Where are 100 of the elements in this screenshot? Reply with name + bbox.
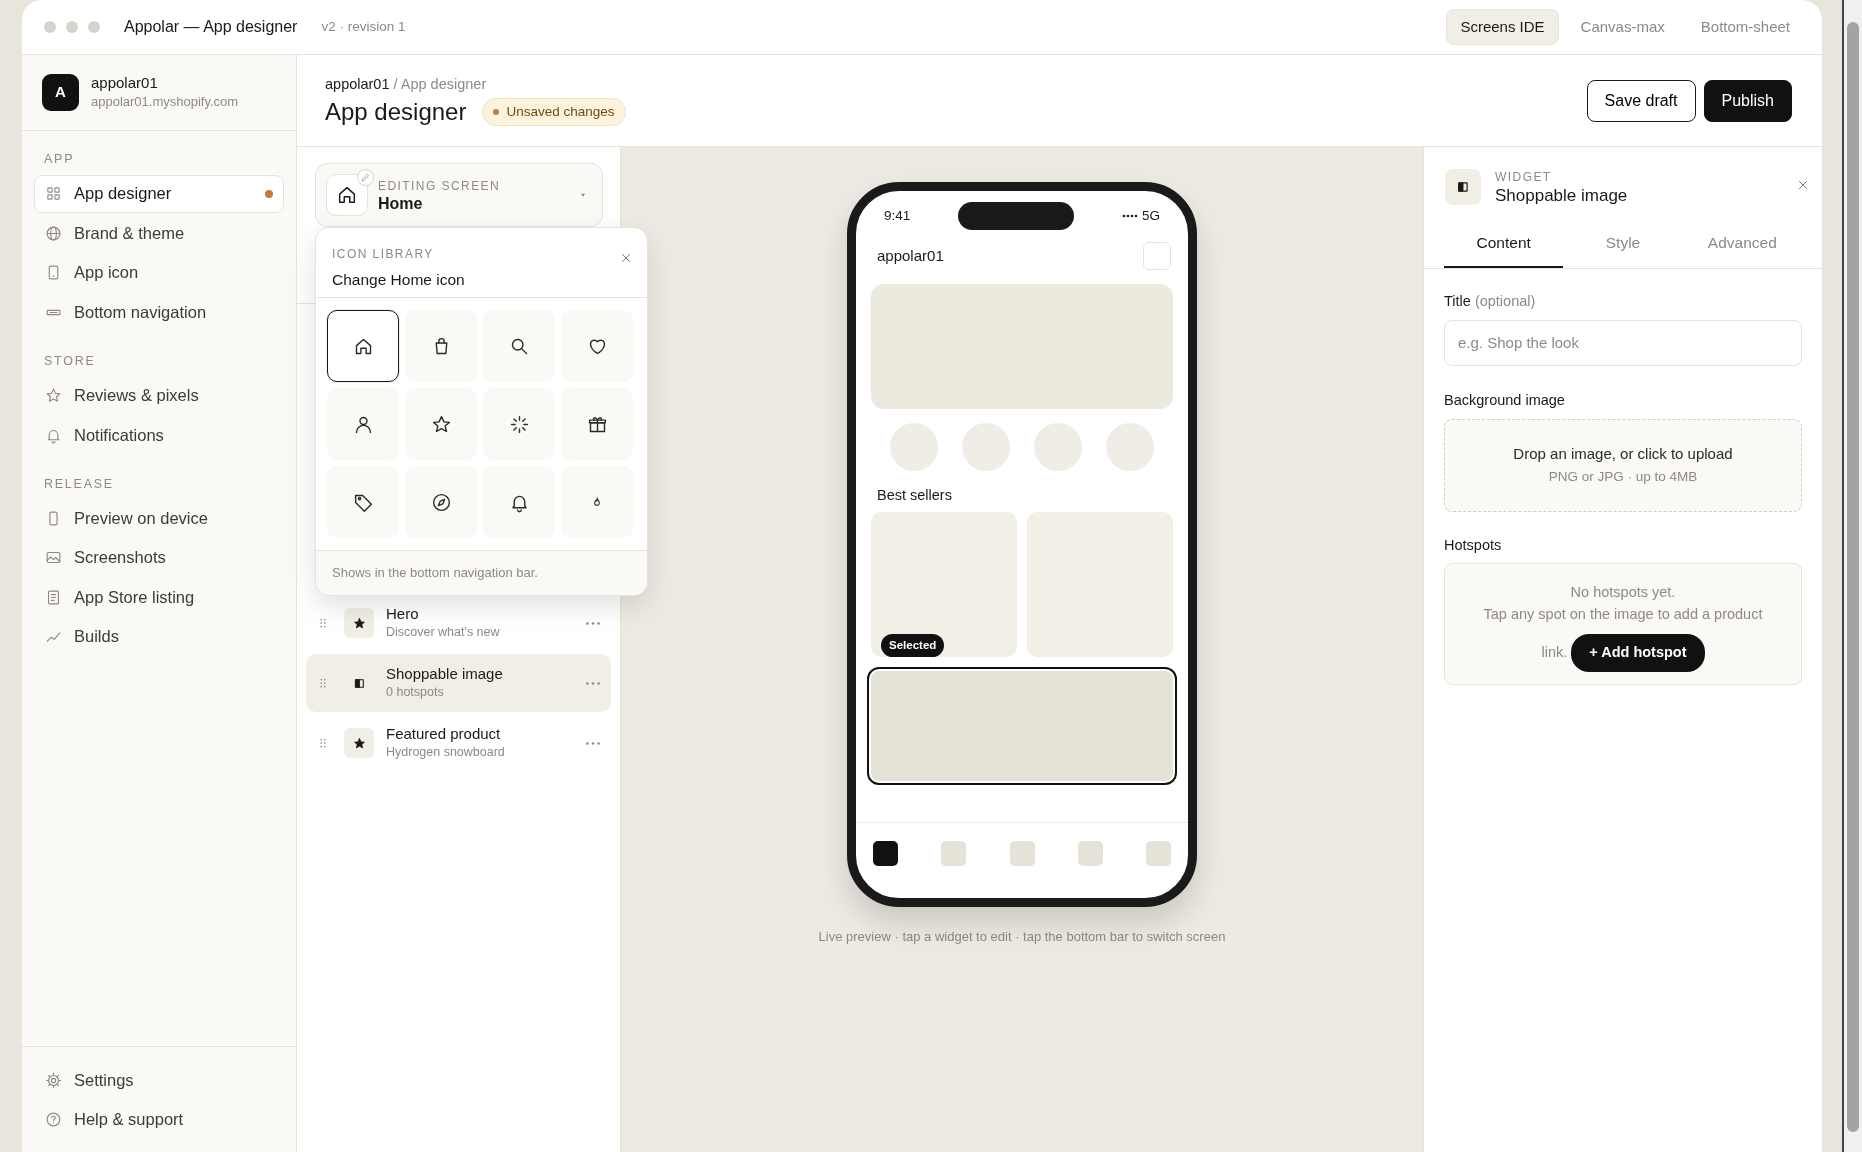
panel-heading: WIDGET [1495, 168, 1553, 186]
sidebar-item[interactable]: Help & support [34, 1100, 284, 1139]
screen-picker[interactable]: EDITING SCREEN Home [315, 163, 603, 227]
pencil-icon [360, 172, 371, 183]
edit-badge[interactable] [357, 169, 374, 186]
page-title: App designer [325, 97, 467, 127]
panel-title: Shoppable image [1495, 185, 1628, 207]
more-icon [585, 740, 601, 746]
selected-badge: Selected [881, 634, 945, 658]
widget-title: Hero [386, 604, 420, 623]
star-icon [430, 413, 452, 435]
section-title: Best sellers [876, 486, 953, 505]
settings-icon [45, 1071, 62, 1089]
panel-tab[interactable]: Content [1444, 227, 1564, 268]
circle-placeholder[interactable] [1034, 423, 1082, 471]
sidebar-item[interactable]: Notifications [34, 416, 284, 454]
network-label: 5G [1141, 206, 1160, 225]
circle-placeholder[interactable] [962, 423, 1010, 471]
app-store-name: appolar01 [877, 245, 944, 266]
revision-label: v2 · revision 1 [321, 17, 406, 36]
empty-text: Tap any spot on the image to add a product [1482, 605, 1764, 624]
mode-tab[interactable]: Screens IDE [1446, 8, 1559, 46]
save-draft-button[interactable]: Save draft [1586, 79, 1696, 122]
more-button[interactable] [585, 680, 601, 686]
panel-tab[interactable]: Advanced [1682, 227, 1802, 268]
status-dot [493, 109, 500, 116]
square-icon [1143, 242, 1171, 270]
home-icon [336, 184, 358, 206]
sidebar-item[interactable]: Screenshots [34, 538, 284, 577]
circle-placeholder[interactable] [890, 423, 938, 471]
sidebar-item[interactable]: Settings [34, 1061, 284, 1099]
star-icon [352, 736, 366, 750]
status-badge: Unsaved changes [482, 98, 626, 127]
status-time: 9:41 [884, 206, 911, 225]
preview-caption: Live preview · tap a widget to edit · tap the bottom bar to switch screen [818, 928, 1226, 946]
sidebar-item[interactable]: Bottom navigation [34, 293, 284, 332]
title-input[interactable]: e.g. Shop the look [1444, 319, 1802, 366]
sidebar-item[interactable]: Preview on device [34, 499, 284, 538]
store-name: appolar01 [91, 73, 159, 92]
empty-text: link. [1541, 643, 1568, 660]
selected-widget[interactable] [867, 666, 1177, 785]
more-button[interactable] [585, 620, 601, 626]
widget-subtitle: Discover what's new [386, 623, 500, 641]
widget-row[interactable]: Hero Discover what's new [306, 594, 611, 652]
panel-tab[interactable]: Style [1563, 227, 1683, 268]
sidebar-item[interactable]: App Store listing [34, 578, 284, 617]
more-icon [585, 680, 601, 686]
more-icon [585, 620, 601, 626]
close-icon [1796, 178, 1810, 192]
star-icon [352, 616, 366, 630]
half-square-icon [1456, 180, 1470, 194]
widget-row[interactable]: Shoppable image 0 hotspots [306, 654, 611, 712]
mode-tab[interactable]: Canvas-max [1566, 8, 1679, 46]
window-title: Appolar — App designer [124, 17, 298, 37]
image-dropzone[interactable]: Drop an image, or click to upload PNG or JPG · up to 4MB [1444, 418, 1802, 512]
window-control[interactable] [44, 21, 56, 33]
more-button[interactable] [585, 740, 601, 746]
window-control[interactable] [66, 21, 78, 33]
icon-option[interactable] [327, 310, 399, 382]
dropzone-title: Drop an image, or click to upload [1513, 443, 1733, 464]
signal-icon [1121, 212, 1138, 220]
document-icon [45, 588, 62, 606]
add-hotspot-button[interactable]: + Add hotspot [1571, 633, 1705, 672]
product-placeholder[interactable] [871, 511, 1017, 657]
globe-icon [45, 224, 62, 242]
publish-button[interactable]: Publish [1703, 79, 1792, 122]
sidebar-item[interactable]: App icon [34, 253, 284, 292]
widget-subtitle: 0 hotspots [386, 683, 445, 701]
store-domain: appolar01.myshopify.com [91, 92, 239, 111]
window-control[interactable] [88, 21, 100, 33]
star-icon [45, 387, 62, 404]
scrollbar[interactable] [1842, 0, 1862, 1152]
widget-subtitle: Hydrogen snowboard [386, 743, 505, 761]
empty-title: No hotspots yet. [1569, 583, 1677, 603]
section-heading: APP [43, 151, 76, 168]
section-heading: RELEASE [43, 475, 115, 493]
popup-title: Change Home icon [332, 269, 466, 290]
compass-icon [430, 491, 452, 513]
sidebar-item[interactable]: Brand & theme [34, 214, 284, 253]
dropzone-note: PNG or JPG · up to 4MB [1548, 468, 1698, 487]
field-label: Background image [1444, 390, 1566, 410]
widget-title: Shoppable image [386, 664, 503, 683]
circle-placeholder[interactable] [1106, 423, 1154, 471]
grid-icon [45, 185, 62, 203]
avatar: A [42, 74, 79, 111]
nav-tab[interactable] [873, 841, 898, 866]
sparkle-icon [508, 413, 530, 435]
sidebar-item[interactable]: App designer [34, 174, 284, 213]
sidebar-item[interactable]: Builds [34, 617, 284, 656]
field-label: Title (optional) [1444, 292, 1537, 311]
section-heading: STORE [43, 352, 97, 370]
popup-heading: ICON LIBRARY [332, 246, 434, 263]
help-icon [45, 1111, 62, 1128]
widget-title: Featured product [386, 724, 502, 743]
field-label: Hotspots [1444, 535, 1503, 555]
half-square-icon [352, 676, 366, 690]
banner-placeholder[interactable] [871, 284, 1173, 409]
widget-row[interactable]: Featured product Hydrogen snowboard [306, 714, 611, 772]
popup-note: Shows in the bottom navigation bar. [332, 564, 538, 583]
sidebar-item[interactable]: Reviews & pixels [34, 376, 284, 415]
